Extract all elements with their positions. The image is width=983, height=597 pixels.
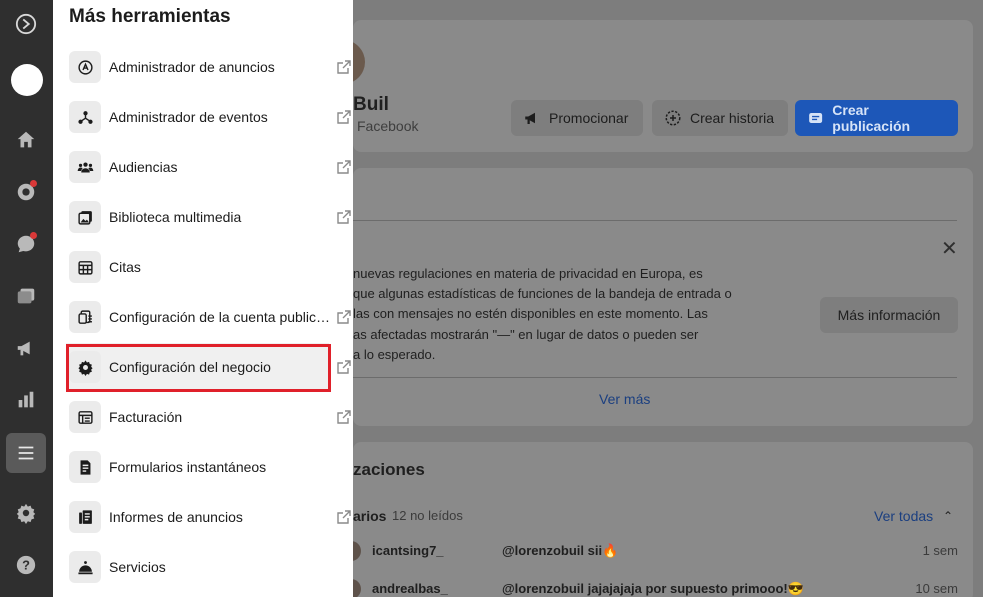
create-story-label: Crear historia xyxy=(690,110,775,126)
list-item[interactable]: icantsing7_ @lorenzobuil sii🔥 1 sem xyxy=(347,541,958,561)
ad-reports-icon xyxy=(69,501,101,533)
see-all-link[interactable]: Ver todas xyxy=(874,508,933,524)
content-icon[interactable] xyxy=(6,276,46,316)
drawer-item-label: Citas xyxy=(109,259,141,275)
events-manager-icon xyxy=(69,101,101,133)
drawer-item-instant-forms[interactable]: Formularios instantáneos xyxy=(69,445,353,489)
comment-time: 10 sem xyxy=(915,581,958,596)
home-icon[interactable] xyxy=(6,120,46,160)
see-more-link[interactable]: Ver más xyxy=(599,391,650,407)
menu-icon[interactable] xyxy=(6,433,46,473)
drawer-item-label: Facturación xyxy=(109,409,183,425)
gear-icon xyxy=(69,351,101,383)
drawer-item-ads-manager[interactable]: Administrador de anuncios xyxy=(69,45,353,89)
drawer-item-label: Informes de anuncios xyxy=(109,509,243,525)
external-link-icon xyxy=(337,310,351,324)
drawer-item-label: Administrador de eventos xyxy=(109,109,268,125)
page-subtitle: Facebook xyxy=(357,118,419,134)
drawer-item-appointments[interactable]: Citas xyxy=(69,245,353,289)
more-tools-drawer: Más herramientas Administrador de anunci… xyxy=(53,0,353,597)
list-item[interactable]: andrealbas_ @lorenzobuil jajajajaja por … xyxy=(347,579,958,597)
drawer-item-ad-account-settings[interactable]: Configuración de la cuenta publicitaria xyxy=(69,295,353,339)
divider xyxy=(353,377,957,378)
forms-icon xyxy=(69,451,101,483)
external-link-icon xyxy=(337,210,351,224)
updates-title: zaciones xyxy=(353,460,425,479)
unread-count: 12 no leídos xyxy=(392,508,463,523)
drawer-item-label: Biblioteca multimedia xyxy=(109,209,242,225)
add-story-icon xyxy=(665,110,681,126)
external-link-icon xyxy=(337,410,351,424)
message-dot xyxy=(30,232,37,239)
comment-time: 1 sem xyxy=(922,543,958,558)
page-background: Buil Facebook Promocionar Crear historia… xyxy=(339,0,983,597)
drawer-item-media-library[interactable]: Biblioteca multimedia xyxy=(69,195,353,239)
promote-button[interactable]: Promocionar xyxy=(511,100,643,136)
external-link-icon xyxy=(337,360,351,374)
megaphone-icon xyxy=(525,112,535,124)
messages-icon[interactable] xyxy=(6,224,46,264)
external-link-icon xyxy=(337,510,351,524)
drawer-item-audiences[interactable]: Audiencias xyxy=(69,145,353,189)
promote-label: Promocionar xyxy=(549,110,629,126)
drawer-item-label: Formularios instantáneos xyxy=(109,459,267,475)
services-icon xyxy=(69,551,101,583)
messages-label: arios xyxy=(353,508,387,524)
billing-icon xyxy=(69,401,101,433)
comment-user: andrealbas_ xyxy=(372,581,448,596)
external-link-icon xyxy=(337,160,351,174)
drawer-item-label: Configuración del negocio xyxy=(109,359,271,375)
calendar-icon xyxy=(69,251,101,283)
drawer-item-services[interactable]: Servicios xyxy=(69,545,353,589)
drawer-item-billing[interactable]: Facturación xyxy=(69,395,353,439)
drawer-item-label: Administrador de anuncios xyxy=(109,59,275,75)
ads-manager-icon xyxy=(69,51,101,83)
external-link-icon xyxy=(337,110,351,124)
comment-text: @lorenzobuil jajajajaja por supuesto pri… xyxy=(502,581,804,596)
insights-icon[interactable] xyxy=(6,380,46,420)
divider xyxy=(353,220,957,221)
drawer-item-label: Audiencias xyxy=(109,159,178,175)
privacy-notice-text: nuevas regulaciones en materia de privac… xyxy=(353,266,732,362)
help-icon[interactable]: ? xyxy=(6,545,46,585)
svg-text:?: ? xyxy=(22,558,30,573)
create-story-button[interactable]: Crear historia xyxy=(652,100,788,136)
comment-user: icantsing7_ xyxy=(372,543,444,558)
close-icon[interactable]: ✕ xyxy=(941,236,958,261)
left-nav-rail: ? xyxy=(0,0,53,597)
page-name: Buil xyxy=(353,94,389,115)
create-post-button[interactable]: Crear publicación xyxy=(795,100,958,136)
comment-text: @lorenzobuil sii🔥 xyxy=(502,543,619,558)
ads-icon[interactable] xyxy=(6,328,46,368)
notifications-icon[interactable] xyxy=(6,172,46,212)
external-link-icon xyxy=(337,60,351,74)
settings-icon[interactable] xyxy=(6,493,46,533)
avatar[interactable] xyxy=(11,64,43,96)
chevron-up-icon[interactable]: ⌃ xyxy=(943,509,953,523)
drawer-item-events-manager[interactable]: Administrador de eventos xyxy=(69,95,353,139)
audiences-icon xyxy=(69,151,101,183)
post-icon xyxy=(809,112,823,124)
drawer-title: Más herramientas xyxy=(69,6,231,27)
media-library-icon xyxy=(69,201,101,233)
create-post-label: Crear publicación xyxy=(832,102,911,134)
drawer-item-label: Servicios xyxy=(109,559,166,575)
notification-dot xyxy=(30,180,37,187)
more-info-button[interactable]: Más información xyxy=(820,297,958,333)
drawer-item-ad-reports[interactable]: Informes de anuncios xyxy=(69,495,353,539)
ad-account-icon xyxy=(69,301,101,333)
drawer-item-label: Configuración de la cuenta publicitaria xyxy=(109,309,333,325)
meta-logo-icon[interactable] xyxy=(6,4,46,44)
